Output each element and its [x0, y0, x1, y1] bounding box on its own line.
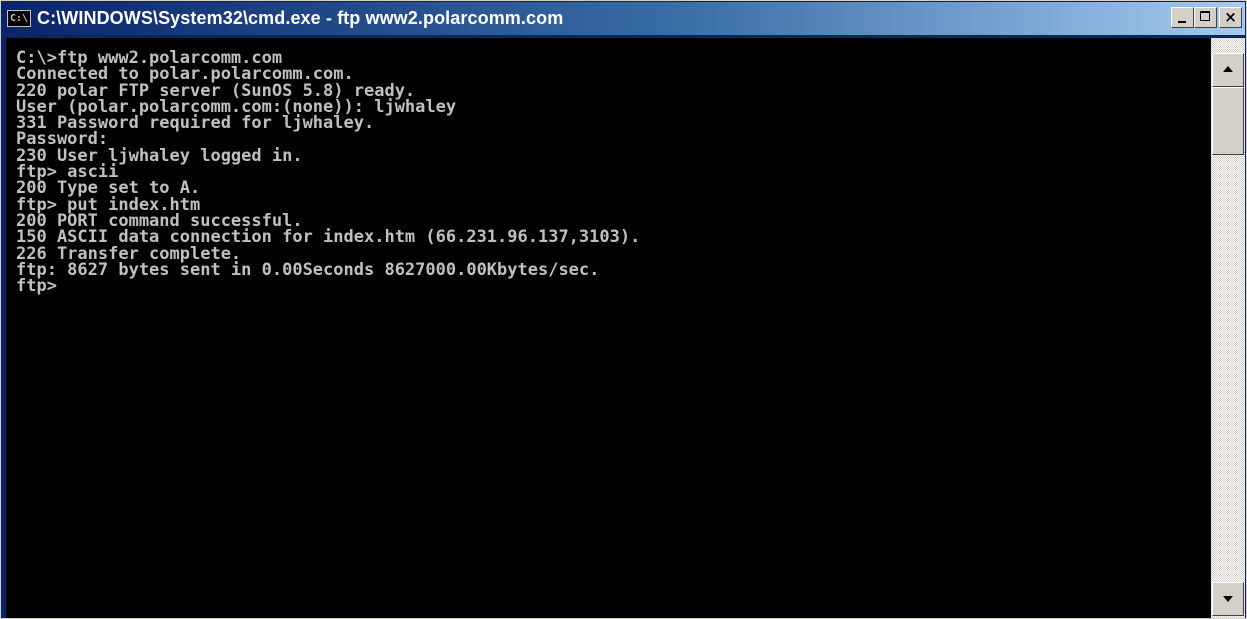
caption-buttons: × [1171, 7, 1242, 28]
cmd-window: C:\ C:\WINDOWS\System32\cmd.exe - ftp ww… [0, 0, 1247, 619]
title-bar[interactable]: C:\ C:\WINDOWS\System32\cmd.exe - ftp ww… [2, 2, 1245, 35]
scrollbar-thumb[interactable] [1212, 87, 1244, 155]
scroll-up-button[interactable] [1212, 53, 1244, 87]
console-text: C:\>ftp www2.polarcomm.com Connected to … [6, 38, 1211, 297]
console-line: ftp: 8627 bytes sent in 0.00Seconds 8627… [16, 259, 600, 280]
console-line: ftp> [16, 276, 57, 297]
maximize-button[interactable] [1194, 7, 1217, 28]
arrow-up-icon [1223, 66, 1233, 72]
close-icon: × [1224, 8, 1237, 26]
close-button[interactable]: × [1219, 7, 1242, 28]
minimize-icon [1178, 21, 1186, 23]
console-output-area[interactable]: C:\>ftp www2.polarcomm.com Connected to … [6, 38, 1211, 618]
minimize-button[interactable] [1171, 7, 1194, 28]
console-app-icon[interactable]: C:\ [7, 10, 31, 27]
scroll-down-button[interactable] [1212, 582, 1244, 616]
vertical-scrollbar[interactable] [1211, 38, 1245, 618]
arrow-down-icon [1223, 596, 1233, 602]
window-title: C:\WINDOWS\System32\cmd.exe - ftp www2.p… [37, 8, 564, 28]
maximize-icon [1200, 11, 1210, 21]
